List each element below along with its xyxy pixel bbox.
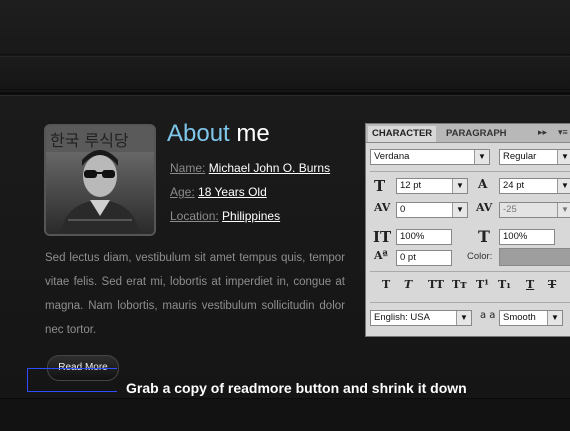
font-size-input[interactable]: 12 pt ▼	[396, 178, 468, 194]
location-label: Location:	[170, 209, 219, 223]
horizontal-scale-icon: T	[478, 227, 490, 246]
leading-value: 24 pt	[503, 180, 525, 191]
panel-divider	[370, 271, 570, 272]
chevron-down-icon: ▼	[452, 203, 467, 217]
about-title-accent: About	[167, 120, 230, 147]
chevron-down-icon: ▼	[547, 311, 562, 325]
font-size-icon: T	[374, 177, 386, 195]
horizontal-scale-input[interactable]: 100%	[499, 229, 555, 245]
chevron-down-icon: ▼	[557, 203, 570, 217]
name-label: Name:	[170, 161, 206, 175]
faux-italic-button[interactable]: T	[404, 278, 412, 291]
tracking-input[interactable]: -25 ▼	[499, 202, 570, 218]
info-age-row: Age: 18 Years Old	[170, 185, 267, 199]
font-family-value: Verdana	[374, 151, 410, 162]
baseline-shift-icon: Aª	[374, 249, 388, 262]
small-caps-button[interactable]: Tт	[452, 278, 467, 291]
avatar-image: 한국 루식당	[46, 126, 154, 234]
name-value[interactable]: Michael John O. Burns	[209, 161, 330, 175]
font-style-value: Regular	[503, 151, 537, 162]
site-header-bar	[0, 0, 570, 55]
age-value[interactable]: 18 Years Old	[198, 185, 267, 199]
font-family-select[interactable]: Verdana ▼	[370, 149, 490, 165]
site-nav-bar	[0, 56, 570, 90]
panel-collapse-icon[interactable]: ▸▸	[538, 127, 547, 138]
horizontal-scale-value: 100%	[503, 231, 528, 242]
vertical-scale-icon: IT	[373, 228, 392, 246]
subscript-button[interactable]: T₁	[498, 278, 511, 291]
antialias-icon: a a	[480, 310, 496, 321]
leading-icon: A	[478, 177, 488, 191]
location-value[interactable]: Philippines	[222, 209, 280, 223]
panel-divider	[370, 302, 570, 303]
antialias-value: Smooth	[503, 312, 536, 323]
underline-button[interactable]: T	[526, 278, 534, 291]
vertical-scale-value: 100%	[400, 231, 425, 242]
footer-bar	[0, 398, 570, 431]
tab-character[interactable]: CHARACTER	[368, 126, 437, 142]
chevron-down-icon: ▼	[557, 179, 570, 193]
language-select[interactable]: English: USA ▼	[370, 310, 472, 326]
all-caps-button[interactable]: TT	[428, 278, 444, 291]
baseline-shift-input[interactable]: 0 pt	[396, 250, 452, 266]
faux-bold-button[interactable]: T	[382, 278, 390, 291]
info-name-row: Name: Michael John O. Burns	[170, 161, 330, 175]
bio-paragraph: Sed lectus diam, vestibulum sit amet tem…	[45, 252, 345, 336]
callout-bracket	[27, 368, 117, 392]
color-swatch[interactable]	[499, 248, 570, 266]
tab-paragraph[interactable]: PARAGRAPH	[442, 126, 511, 142]
leading-input[interactable]: 24 pt ▼	[499, 178, 570, 194]
chevron-down-icon: ▼	[452, 179, 467, 193]
age-label: Age:	[170, 185, 195, 199]
about-title: About me	[167, 120, 270, 148]
chevron-down-icon: ▼	[557, 150, 570, 164]
about-title-rest: me	[236, 120, 270, 147]
strikethrough-button[interactable]: T	[548, 278, 556, 291]
panel-divider	[370, 171, 570, 172]
vertical-scale-input[interactable]: 100%	[396, 229, 452, 245]
color-label: Color:	[467, 251, 493, 262]
tracking-icon: AV	[476, 201, 493, 214]
chevron-down-icon: ▼	[474, 150, 489, 164]
callout-text: Grab a copy of readmore button and shrin…	[126, 380, 467, 396]
panel-tabs: CHARACTER PARAGRAPH ▸▸ ▾≡	[366, 124, 570, 143]
info-location-row: Location: Philippines	[170, 209, 280, 223]
character-panel: CHARACTER PARAGRAPH ▸▸ ▾≡ Verdana ▼ Regu…	[365, 123, 570, 337]
language-value: English: USA	[374, 312, 430, 323]
kerning-input[interactable]: 0 ▼	[396, 202, 468, 218]
kerning-icon: AV	[374, 201, 391, 214]
avatar-photo: 한국 루식당	[44, 124, 156, 236]
superscript-button[interactable]: T¹	[476, 278, 489, 291]
tracking-value: -25	[503, 204, 517, 215]
panel-menu-icon[interactable]: ▾≡	[558, 127, 568, 138]
baseline-shift-value: 0 pt	[400, 252, 416, 263]
antialias-select[interactable]: Smooth ▼	[499, 310, 563, 326]
avatar-sign-text: 한국 루식당	[50, 131, 129, 150]
font-style-select[interactable]: Regular ▼	[499, 149, 570, 165]
font-size-value: 12 pt	[400, 180, 422, 191]
chevron-down-icon: ▼	[456, 311, 471, 325]
kerning-value: 0	[400, 204, 406, 215]
